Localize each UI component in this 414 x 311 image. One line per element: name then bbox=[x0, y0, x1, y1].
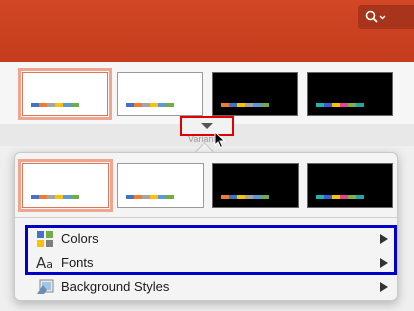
color-swatch bbox=[39, 195, 47, 199]
color-swatch bbox=[253, 195, 261, 199]
variant-thumbnail-2[interactable] bbox=[117, 72, 203, 116]
color-swatch bbox=[126, 103, 134, 107]
color-swatch bbox=[142, 103, 150, 107]
color-swatch bbox=[245, 103, 253, 107]
color-swatch bbox=[356, 103, 364, 107]
color-swatch bbox=[71, 195, 79, 199]
search-icon bbox=[365, 10, 386, 23]
color-swatches bbox=[221, 195, 269, 199]
dropdown-variant-3[interactable] bbox=[212, 163, 299, 208]
color-swatches bbox=[126, 103, 174, 107]
color-swatch bbox=[71, 103, 79, 107]
color-swatch bbox=[324, 103, 332, 107]
color-swatch bbox=[229, 103, 237, 107]
color-swatch bbox=[166, 195, 174, 199]
menu-item-background-styles[interactable]: Background Styles bbox=[36, 276, 390, 298]
menu-item-label: Background Styles bbox=[61, 279, 170, 294]
color-swatch bbox=[47, 103, 55, 107]
color-swatch bbox=[150, 103, 158, 107]
color-swatch bbox=[332, 195, 340, 199]
color-swatches bbox=[31, 195, 79, 199]
color-swatch bbox=[221, 103, 229, 107]
color-swatch bbox=[166, 103, 174, 107]
color-swatch bbox=[63, 103, 71, 107]
color-swatch bbox=[47, 195, 55, 199]
color-swatch bbox=[332, 103, 340, 107]
color-swatch bbox=[348, 103, 356, 107]
color-swatch bbox=[245, 195, 253, 199]
color-swatches bbox=[316, 195, 364, 199]
color-swatches bbox=[31, 103, 79, 107]
mouse-cursor-icon bbox=[214, 131, 226, 149]
search-button[interactable] bbox=[358, 5, 414, 29]
color-swatch bbox=[348, 195, 356, 199]
color-swatches bbox=[126, 195, 174, 199]
color-swatch bbox=[31, 103, 39, 107]
color-swatch bbox=[63, 195, 71, 199]
color-swatch bbox=[31, 195, 39, 199]
chevron-right-icon bbox=[380, 282, 388, 292]
color-swatch bbox=[237, 195, 245, 199]
color-swatch bbox=[340, 103, 348, 107]
color-swatch bbox=[261, 195, 269, 199]
color-swatches bbox=[221, 103, 269, 107]
variant-thumbnail-1[interactable] bbox=[18, 68, 112, 120]
color-swatch bbox=[229, 195, 237, 199]
color-swatch bbox=[316, 103, 324, 107]
color-swatch bbox=[55, 103, 63, 107]
dropdown-variant-4[interactable] bbox=[307, 163, 393, 208]
background-styles-icon bbox=[37, 279, 54, 294]
variant-thumbnail-3[interactable] bbox=[212, 72, 298, 116]
color-swatch bbox=[55, 195, 63, 199]
color-swatch bbox=[356, 195, 364, 199]
color-swatch bbox=[237, 103, 245, 107]
dropdown-variant-2[interactable] bbox=[117, 163, 204, 208]
dropdown-variant-1[interactable] bbox=[18, 159, 113, 212]
color-swatch bbox=[253, 103, 261, 107]
color-swatches bbox=[316, 103, 364, 107]
annotation-highlight-box bbox=[25, 225, 397, 275]
chevron-down-icon bbox=[201, 123, 213, 129]
color-swatch bbox=[158, 195, 166, 199]
color-swatch bbox=[142, 195, 150, 199]
color-swatch bbox=[158, 103, 166, 107]
color-swatch bbox=[39, 103, 47, 107]
color-swatch bbox=[324, 195, 332, 199]
menu-divider bbox=[14, 217, 398, 218]
color-swatch bbox=[261, 103, 269, 107]
color-swatch bbox=[150, 195, 158, 199]
color-swatch bbox=[134, 195, 142, 199]
color-swatch bbox=[316, 195, 324, 199]
color-swatch bbox=[134, 103, 142, 107]
color-swatch bbox=[126, 195, 134, 199]
variant-thumbnail-4[interactable] bbox=[307, 72, 393, 116]
color-swatch bbox=[221, 195, 229, 199]
ribbon-header bbox=[0, 0, 414, 62]
color-swatch bbox=[340, 195, 348, 199]
